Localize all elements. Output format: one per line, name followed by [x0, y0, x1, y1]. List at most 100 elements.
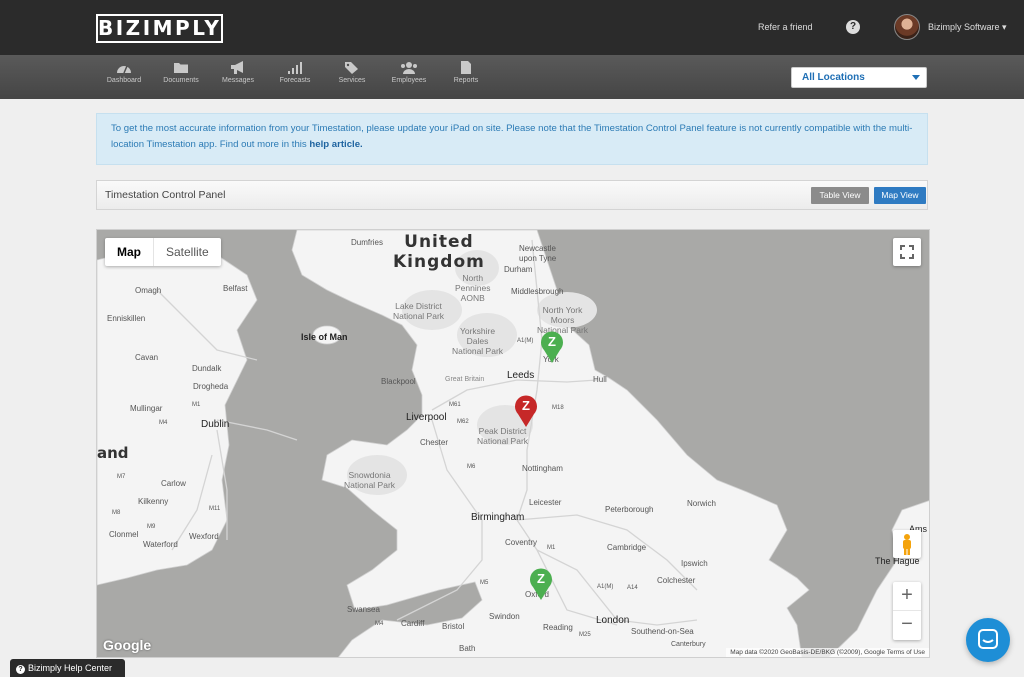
- nav-services[interactable]: Services: [322, 61, 382, 84]
- map-label-leicester: Leicester: [529, 498, 562, 507]
- map-label-ireland: and: [97, 444, 129, 462]
- map-label-reading: Reading: [543, 623, 573, 632]
- bizimply-logo[interactable]: BIZIMPLY: [96, 14, 223, 43]
- users-icon: [401, 62, 417, 74]
- road-label-m6: M6: [467, 464, 476, 470]
- road-label-m11: M11: [209, 506, 221, 512]
- map-label-swindon: Swindon: [489, 612, 520, 621]
- question-circle-icon: ?: [16, 665, 25, 674]
- map-label-drogheda: Drogheda: [193, 382, 229, 391]
- map-type-map-button[interactable]: Map: [105, 238, 154, 266]
- road-label-m1: M1: [547, 545, 556, 551]
- nav-messages[interactable]: Messages: [208, 61, 268, 84]
- notice-text: To get the most accurate information fro…: [111, 123, 913, 150]
- map-label-omagh: Omagh: [135, 286, 162, 295]
- map-label-colchester: Colchester: [657, 576, 696, 585]
- nav-label: Employees: [391, 77, 427, 84]
- map-label-peak-district: Peak District National Park: [477, 426, 529, 446]
- top-bar: BIZIMPLY Refer a friend ? Bizimply Softw…: [0, 0, 1024, 55]
- map-label-cambridge: Cambridge: [607, 543, 647, 552]
- help-icon[interactable]: ?: [846, 20, 860, 34]
- map-label-belfast: Belfast: [223, 284, 248, 293]
- map-view-button[interactable]: Map View: [874, 187, 926, 204]
- map-label-enniskillen: Enniskillen: [107, 314, 146, 323]
- nav-label: Dashboard: [106, 77, 142, 84]
- map-label-birmingham: Birmingham: [471, 512, 525, 523]
- map-label-hull: Hull: [593, 375, 607, 384]
- chat-launcher-button[interactable]: [966, 618, 1010, 662]
- chat-icon: [978, 629, 998, 649]
- map-canvas[interactable]: United Kingdom Dumfries Newcastle upon T…: [96, 229, 930, 658]
- marker-glyph: Z: [548, 334, 556, 349]
- map-label-wexford: Wexford: [189, 532, 219, 541]
- help-center-tab[interactable]: ? Bizimply Help Center: [10, 659, 125, 677]
- map-label-snowdonia: Snowdonia National Park: [344, 470, 396, 490]
- nav-label: Forecasts: [279, 77, 311, 84]
- map-label-mullingar: Mullingar: [130, 404, 163, 413]
- table-view-button[interactable]: Table View: [811, 187, 869, 204]
- caret-down-icon: [912, 75, 920, 80]
- map-label-clonmel: Clonmel: [109, 530, 139, 539]
- map-label-middlesbrough: Middlesbrough: [511, 287, 564, 296]
- nav-label: Messages: [222, 77, 254, 84]
- map-label-london: London: [596, 615, 630, 626]
- fullscreen-button[interactable]: [893, 238, 921, 266]
- nav-dashboard[interactable]: Dashboard: [94, 61, 154, 84]
- map-label-leeds: Leeds: [507, 370, 535, 381]
- fullscreen-icon: [900, 245, 914, 259]
- map-label-norwich: Norwich: [687, 499, 716, 508]
- location-select[interactable]: All Locations: [791, 67, 927, 88]
- nav-forecasts[interactable]: Forecasts: [265, 61, 325, 84]
- map-marker-oxford[interactable]: Z: [529, 567, 553, 601]
- help-center-label: Bizimply Help Center: [28, 663, 113, 673]
- map-label-cavan: Cavan: [135, 353, 159, 362]
- road-label-m61: M61: [449, 402, 461, 408]
- street-view-button[interactable]: [893, 530, 921, 558]
- map-label-yorkshire-dales: Yorkshire Dales National Park: [452, 326, 504, 356]
- folder-icon: [174, 63, 188, 73]
- road-label-m8: M8: [112, 510, 121, 516]
- panel-header: Timestation Control Panel Table View Map…: [96, 180, 928, 210]
- nav-label: Services: [338, 77, 366, 84]
- refer-a-friend-link[interactable]: Refer a friend: [758, 22, 813, 32]
- map-label-cardiff: Cardiff: [401, 619, 425, 628]
- account-menu[interactable]: Bizimply Software ▾: [928, 22, 1007, 33]
- dashboard-icon: [117, 65, 131, 74]
- map-type-satellite-button[interactable]: Satellite: [154, 238, 221, 266]
- location-select-value: All Locations: [802, 72, 865, 83]
- marker-glyph: Z: [537, 571, 545, 586]
- map-label-liverpool: Liverpool: [406, 412, 447, 423]
- avatar[interactable]: [894, 14, 920, 40]
- map-label-southend: Southend-on-Sea: [631, 627, 694, 636]
- map-attribution[interactable]: Map data ©2020 GeoBasis-DE/BKG (©2009), …: [726, 648, 929, 657]
- road-label-m5: M5: [480, 580, 489, 586]
- map-label-blackpool: Blackpool: [381, 377, 416, 386]
- nav-employees[interactable]: Employees: [379, 61, 439, 84]
- map-label-dundalk: Dundalk: [192, 364, 222, 373]
- map-label-durham: Durham: [504, 265, 533, 274]
- road-label-m4-ireland: M4: [159, 420, 168, 426]
- info-notice: To get the most accurate information fro…: [96, 113, 928, 165]
- nav-label: Reports: [453, 77, 479, 84]
- page-title: Timestation Control Panel: [105, 189, 226, 201]
- map-label-newcastle: Newcastle upon Tyne: [519, 244, 557, 263]
- map-label-great-britain: Great Britain: [445, 376, 485, 383]
- map-label-waterford: Waterford: [143, 540, 178, 549]
- zoom-in-button[interactable]: +: [893, 582, 921, 611]
- pegman-icon: [903, 534, 911, 555]
- map-label-north-pennines: North Pennines AONB: [455, 273, 491, 303]
- nav-reports[interactable]: Reports: [436, 61, 496, 84]
- bar-chart-icon: [288, 62, 302, 74]
- map-label-carlow: Carlow: [161, 479, 186, 488]
- map-marker-york[interactable]: Z: [540, 330, 564, 364]
- map-label-lake-district: Lake District National Park: [393, 301, 445, 321]
- map-marker-sheffield[interactable]: Z: [514, 394, 538, 428]
- tags-icon: [345, 62, 358, 74]
- megaphone-icon: [231, 61, 243, 74]
- zoom-out-button[interactable]: −: [893, 611, 921, 640]
- country-label: United Kingdom: [393, 232, 485, 272]
- help-article-link[interactable]: help article.: [309, 139, 362, 150]
- map-label-ipswich: Ipswich: [681, 559, 708, 568]
- nav-documents[interactable]: Documents: [151, 61, 211, 84]
- document-icon: [461, 61, 471, 74]
